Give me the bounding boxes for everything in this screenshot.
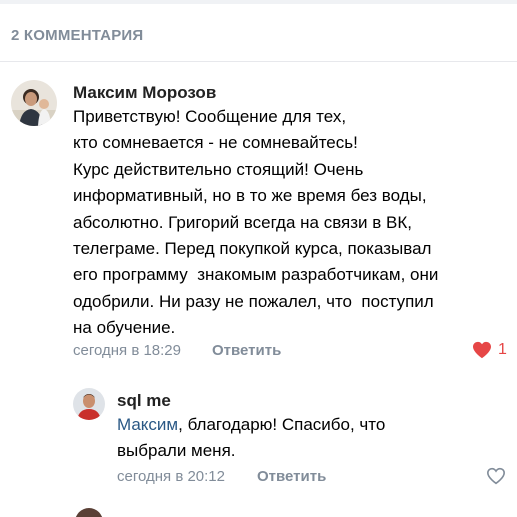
reply-button[interactable]: Ответить xyxy=(257,468,326,485)
avatar-photo-icon xyxy=(11,80,57,126)
reply-button[interactable]: Ответить xyxy=(212,342,281,359)
comment-text: Максим, благодарю! Спасибо, что выбрали … xyxy=(117,412,385,465)
comment-author[interactable]: sql me xyxy=(117,391,171,411)
avatar-photo-icon xyxy=(73,388,105,420)
like-count: 1 xyxy=(498,341,507,358)
avatar[interactable] xyxy=(73,388,105,420)
like-button[interactable] xyxy=(486,467,506,485)
mention-link[interactable]: Максим xyxy=(117,415,178,434)
top-separator xyxy=(0,0,517,4)
comment-text: Приветствую! Сообщение для тех, кто сомн… xyxy=(73,107,439,338)
comments-count-header: 2 КОММЕНТАРИЯ xyxy=(11,27,144,44)
heart-outline-icon xyxy=(486,467,506,485)
avatar[interactable] xyxy=(11,80,57,126)
comment-timestamp[interactable]: сегодня в 20:12 xyxy=(117,468,225,485)
comment-timestamp[interactable]: сегодня в 18:29 xyxy=(73,342,181,359)
heart-filled-icon xyxy=(473,341,491,359)
next-comment-avatar[interactable] xyxy=(75,508,103,517)
comment-author[interactable]: Максим Морозов xyxy=(73,83,216,103)
header-divider xyxy=(0,61,517,62)
like-button[interactable]: 1 xyxy=(472,341,507,359)
